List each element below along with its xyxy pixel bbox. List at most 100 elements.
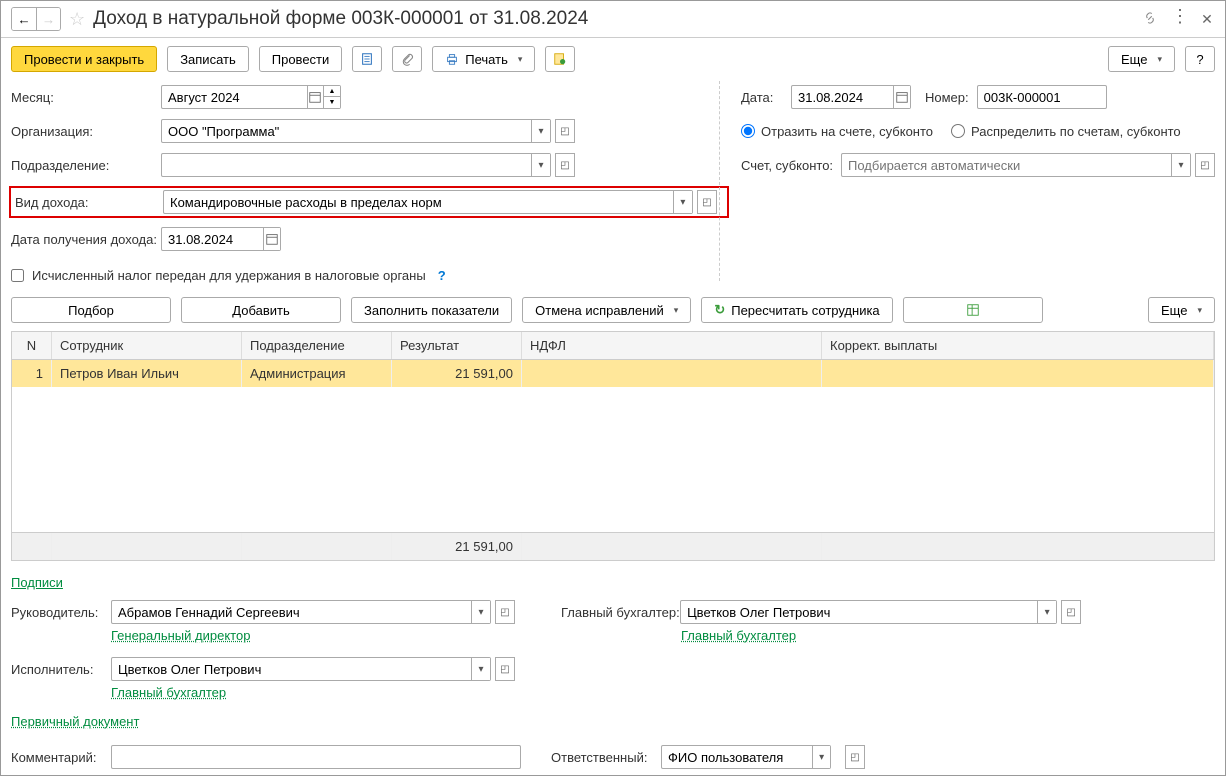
print-label: Печать (465, 52, 508, 67)
date-label: Дата: (741, 90, 791, 105)
print-button[interactable]: Печать (432, 46, 535, 72)
recalc-label: Пересчитать сотрудника (731, 303, 879, 318)
th-emp[interactable]: Сотрудник (52, 332, 242, 359)
month-spinner: ▲ ▼ (323, 86, 340, 108)
table-header: N Сотрудник Подразделение Результат НДФЛ… (12, 332, 1214, 360)
date-calendar-btn[interactable] (893, 86, 910, 108)
month-up-btn[interactable]: ▲ (324, 86, 340, 97)
exec-position-link[interactable]: Главный бухгалтер (111, 685, 226, 700)
menu-icon[interactable]: ⋮ (1171, 11, 1187, 27)
mgr-label: Руководитель: (11, 605, 111, 620)
nav-forward-button[interactable]: → (36, 8, 60, 30)
income-type-highlighted-row: Вид дохода: ▾ ◰ (9, 186, 729, 218)
number-label: Номер: (925, 90, 969, 105)
month-calendar-btn[interactable] (307, 86, 323, 108)
table-row[interactable]: 1 Петров Иван Ильич Администрация 21 591… (12, 360, 1214, 387)
mgr-input[interactable] (112, 601, 471, 623)
dep-open-btn[interactable]: ◰ (555, 153, 575, 177)
income-type-input[interactable] (164, 191, 673, 213)
month-input-wrap: ▲ ▼ (161, 85, 341, 109)
income-type-open-btn[interactable]: ◰ (697, 190, 717, 214)
mgr-position-link[interactable]: Генеральный директор (111, 628, 250, 643)
org-open-btn[interactable]: ◰ (555, 119, 575, 143)
table: N Сотрудник Подразделение Результат НДФЛ… (11, 331, 1215, 561)
star-icon[interactable]: ☆ (69, 9, 85, 30)
tax-checkbox[interactable] (11, 269, 24, 282)
help-icon[interactable]: ? (438, 268, 446, 283)
template-button[interactable] (545, 46, 575, 72)
nav-buttons: ← → (11, 7, 61, 31)
th-dep[interactable]: Подразделение (242, 332, 392, 359)
post-button[interactable]: Провести (259, 46, 343, 72)
number-wrap (977, 85, 1107, 109)
exec-wrap: ▾ (111, 657, 491, 681)
account-label: Счет, субконто: (741, 158, 841, 173)
month-down-btn[interactable]: ▼ (324, 97, 340, 108)
acc-input[interactable] (681, 601, 1037, 623)
add-button[interactable]: Добавить (181, 297, 341, 323)
acc-position-link[interactable]: Главный бухгалтер (681, 628, 796, 643)
income-date-calendar-btn[interactable] (263, 228, 280, 250)
th-ndfl[interactable]: НДФЛ (522, 332, 822, 359)
exec-open-btn[interactable]: ◰ (495, 657, 515, 681)
exec-dropdown-btn[interactable]: ▾ (471, 658, 490, 680)
table-footer: 21 591,00 (12, 532, 1214, 560)
account-open-btn[interactable]: ◰ (1195, 153, 1215, 177)
dep-input[interactable] (162, 154, 531, 176)
responsible-input[interactable] (662, 746, 812, 768)
account-dropdown-btn[interactable]: ▾ (1171, 154, 1190, 176)
td-dep: Администрация (242, 360, 392, 387)
income-type-dropdown-btn[interactable]: ▾ (673, 191, 692, 213)
td-corr (822, 360, 1214, 387)
radio-distribute[interactable]: Распределить по счетам, субконто (951, 124, 1181, 139)
cmdbar-more-button[interactable]: Еще (1148, 297, 1215, 323)
more-button[interactable]: Еще (1108, 46, 1175, 72)
date-wrap (791, 85, 911, 109)
th-n[interactable]: N (12, 332, 52, 359)
org-input[interactable] (162, 120, 531, 142)
acc-open-btn[interactable]: ◰ (1061, 600, 1081, 624)
tax-checkbox-label: Исчисленный налог передан для удержания … (32, 268, 426, 283)
report-button[interactable] (352, 46, 382, 72)
divider (719, 81, 720, 281)
comment-label: Комментарий: (11, 750, 101, 765)
income-date-wrap (161, 227, 281, 251)
page-title: Доход в натуральной форме 003К-000001 от… (93, 8, 1135, 30)
income-type-label: Вид дохода: (15, 195, 163, 210)
link-icon[interactable] (1143, 11, 1159, 27)
signatures-title[interactable]: Подписи (11, 575, 63, 590)
selection-button[interactable]: Подбор (11, 297, 171, 323)
responsible-open-btn[interactable]: ◰ (845, 745, 865, 769)
org-dropdown-btn[interactable]: ▾ (531, 120, 550, 142)
save-button[interactable]: Записать (167, 46, 249, 72)
attach-button[interactable] (392, 46, 422, 72)
post-close-button[interactable]: Провести и закрыть (11, 46, 157, 72)
table-settings-button[interactable] (903, 297, 1043, 323)
income-date-input[interactable] (162, 228, 263, 250)
date-input[interactable] (792, 86, 893, 108)
responsible-label: Ответственный: (551, 750, 651, 765)
exec-input[interactable] (112, 658, 471, 680)
account-input[interactable] (842, 154, 1171, 176)
cancel-corr-button[interactable]: Отмена исправлений (522, 297, 691, 323)
td-n: 1 (12, 360, 52, 387)
number-input[interactable] (978, 86, 1106, 108)
mgr-wrap: ▾ (111, 600, 491, 624)
help-button[interactable]: ? (1185, 46, 1215, 72)
dep-dropdown-btn[interactable]: ▾ (531, 154, 550, 176)
close-icon[interactable]: ✕ (1199, 11, 1215, 27)
doc-link[interactable]: Первичный документ (11, 714, 139, 729)
th-res[interactable]: Результат (392, 332, 522, 359)
nav-back-button[interactable]: ← (12, 8, 36, 30)
comment-input[interactable] (112, 746, 520, 768)
mgr-dropdown-btn[interactable]: ▾ (471, 601, 490, 623)
radio-account[interactable]: Отразить на счете, субконто (741, 124, 933, 139)
month-input[interactable] (162, 86, 307, 108)
td-ndfl (522, 360, 822, 387)
th-corr[interactable]: Коррект. выплаты (822, 332, 1214, 359)
recalc-button[interactable]: ↻Пересчитать сотрудника (701, 297, 892, 323)
acc-dropdown-btn[interactable]: ▾ (1037, 601, 1056, 623)
responsible-dropdown-btn[interactable]: ▾ (812, 746, 830, 768)
fill-button[interactable]: Заполнить показатели (351, 297, 512, 323)
mgr-open-btn[interactable]: ◰ (495, 600, 515, 624)
